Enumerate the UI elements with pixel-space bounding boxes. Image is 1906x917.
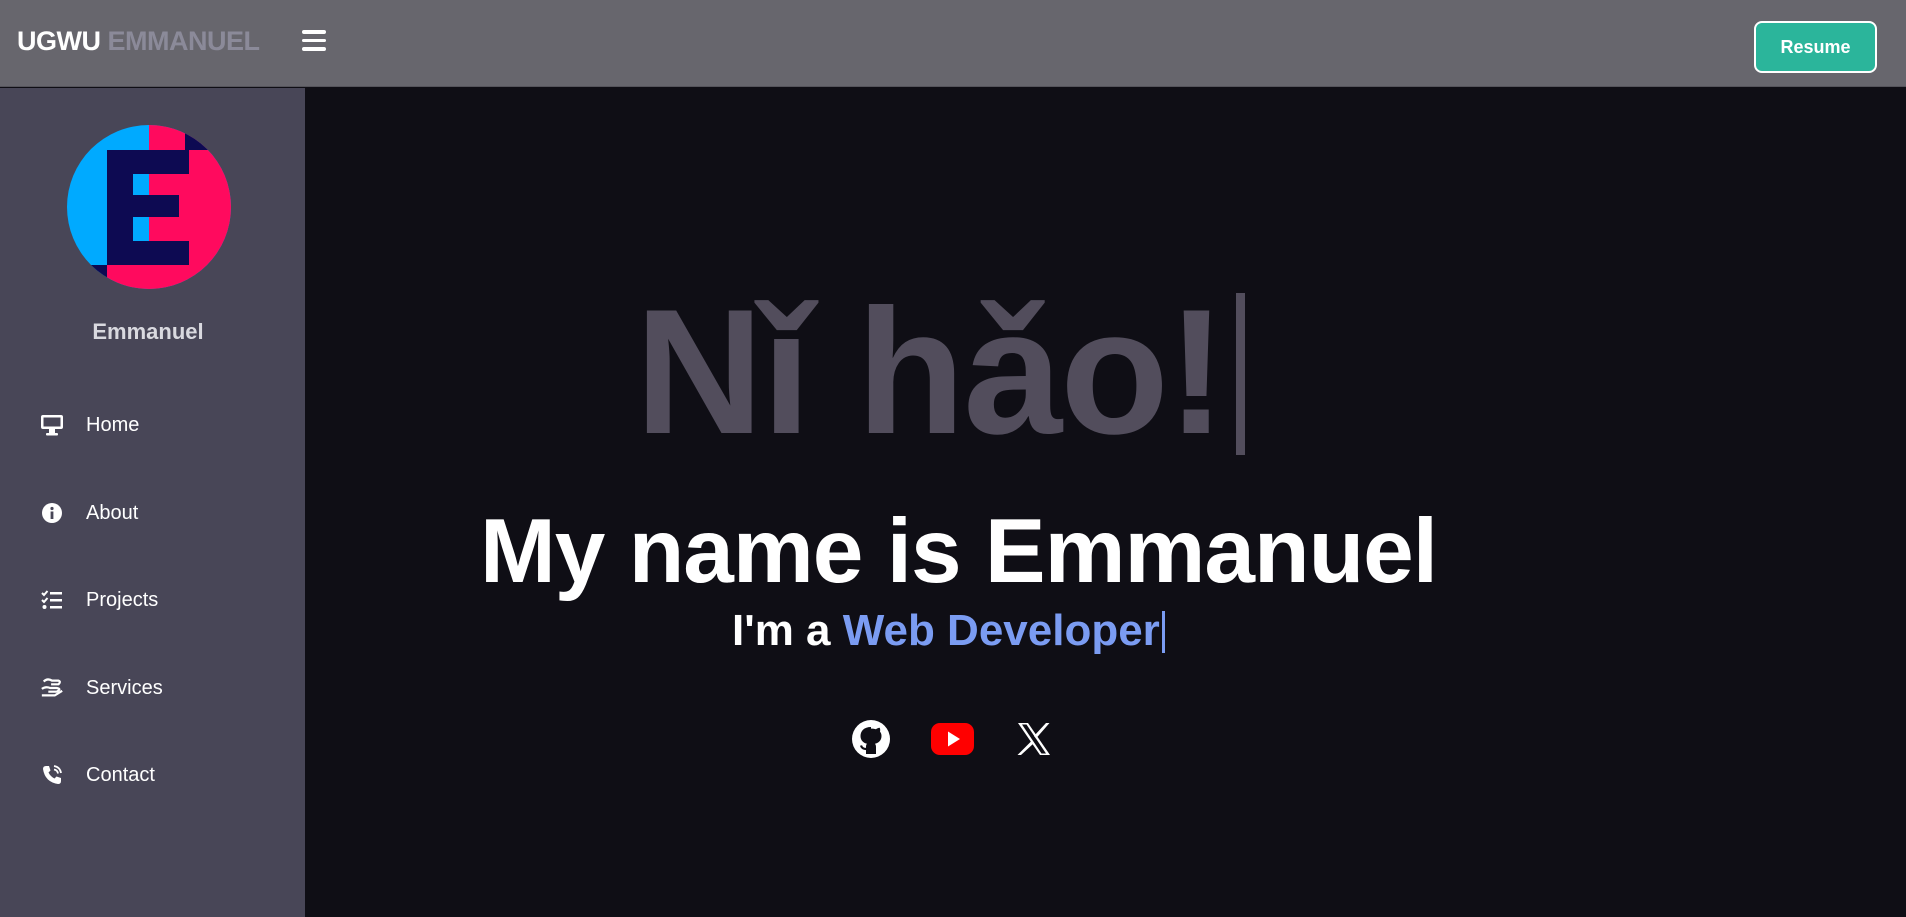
profile-name: Emmanuel <box>92 319 204 344</box>
greeting-word: Nǐ hǎo! <box>635 272 1226 471</box>
sidebar-item-label: Services <box>86 676 163 699</box>
sidebar-item-home[interactable]: Home <box>40 408 139 442</box>
github-icon[interactable] <box>850 718 892 760</box>
typing-cursor <box>1236 293 1246 455</box>
phone-volume-icon <box>40 763 64 787</box>
task-list-icon <box>40 588 64 612</box>
subline-role: Web Developer <box>842 606 1160 655</box>
youtube-icon[interactable] <box>930 721 974 757</box>
hero-headline: My name is Emmanuel <box>480 501 1438 602</box>
hand-holding-icon <box>40 676 64 700</box>
sidebar: Emmanuel Home About Projects Services Co… <box>0 88 305 917</box>
sidebar-item-projects[interactable]: Projects <box>40 583 158 617</box>
hero-subline: I'm a Web Developer <box>732 609 1165 653</box>
desktop-icon <box>40 413 64 437</box>
sidebar-item-label: Contact <box>86 763 155 786</box>
top-navbar: UGWU EMMANUEL Resume <box>0 0 1906 87</box>
greeting-text: Nǐ hǎo! <box>635 283 1246 461</box>
hamburger-menu-icon[interactable] <box>302 30 328 52</box>
avatar <box>67 125 231 289</box>
sidebar-item-about[interactable]: About <box>40 496 138 530</box>
hero-section: Nǐ hǎo! My name is Emmanuel I'm a Web De… <box>305 88 1906 917</box>
typing-cursor <box>1161 611 1165 653</box>
resume-button[interactable]: Resume <box>1754 21 1877 73</box>
sidebar-item-services[interactable]: Services <box>40 671 163 705</box>
brand-logo[interactable]: UGWU EMMANUEL <box>17 26 260 57</box>
sidebar-item-label: About <box>86 501 139 524</box>
brand-last-name: EMMANUEL <box>107 26 261 56</box>
brand-first-name: UGWU <box>17 26 101 56</box>
sidebar-item-contact[interactable]: Contact <box>40 758 155 792</box>
sidebar-item-label: Home <box>86 413 140 436</box>
subline-prefix: I'm a <box>732 606 843 655</box>
info-circle-icon <box>40 501 64 525</box>
x-twitter-icon[interactable] <box>1015 721 1053 757</box>
avatar-logo-icon <box>67 125 231 289</box>
sidebar-item-label: Projects <box>86 588 159 611</box>
